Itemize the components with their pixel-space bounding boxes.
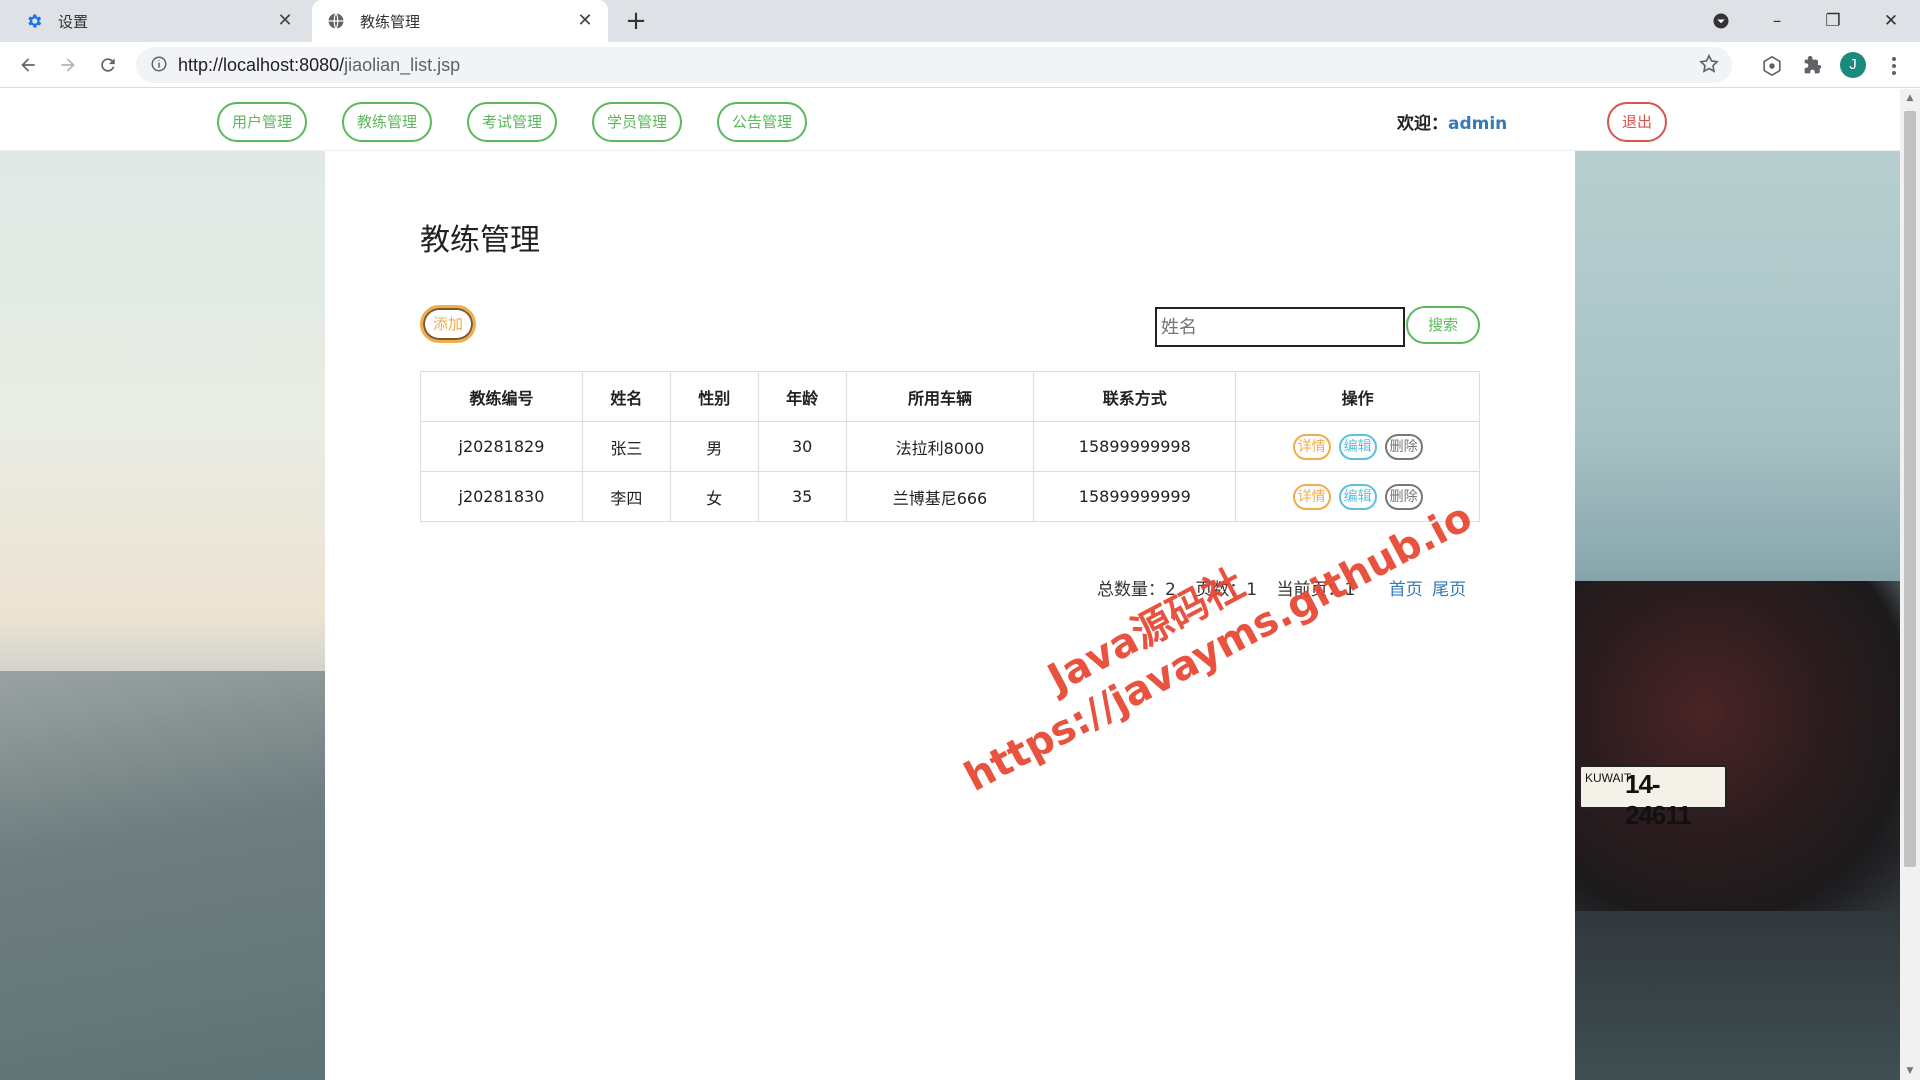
- header-gender: 性别: [669, 371, 759, 422]
- restore-icon[interactable]: ❐: [1820, 8, 1846, 34]
- main-content: 教练管理 添加 搜索 教练编号 姓名 性别 年龄 所用车辆 联系方式 操作: [325, 151, 1575, 1080]
- scroll-up-icon[interactable]: ▲: [1905, 93, 1915, 103]
- detail-button[interactable]: 详情: [1292, 433, 1331, 460]
- scroll-down-icon[interactable]: ▼: [1905, 1066, 1915, 1076]
- address-bar[interactable]: http://localhost:8080/jiaolian_list.jsp: [136, 47, 1732, 83]
- new-tab-button[interactable]: +: [622, 8, 650, 36]
- menu-kebab-icon[interactable]: [1882, 54, 1906, 78]
- welcome-label: 欢迎：: [1397, 114, 1448, 134]
- url-host: http://localhost:8080/: [178, 55, 345, 75]
- page-viewport: KUWAIT 14-24611 用户管理 教练管理 考试管理 学员管理 公告管理…: [0, 89, 1900, 1080]
- nav-user-management[interactable]: 用户管理: [217, 102, 307, 142]
- reload-icon[interactable]: [94, 51, 122, 79]
- gear-icon: [24, 11, 44, 31]
- cell-name: 李四: [581, 471, 671, 522]
- cell-contact: 15899999999: [1033, 471, 1237, 522]
- last-page-link[interactable]: 尾页: [1432, 580, 1466, 600]
- url-path: jiaolian_list.jsp: [344, 55, 461, 75]
- tab-strip: 设置 ✕ 教练管理 ✕ + – ❐ ✕: [0, 0, 1920, 42]
- minimize-icon[interactable]: –: [1764, 8, 1790, 34]
- header-coach-id: 教练编号: [420, 371, 583, 422]
- background-left-image: [0, 151, 325, 1080]
- edit-button[interactable]: 编辑: [1338, 433, 1377, 460]
- add-button[interactable]: 添加: [420, 305, 476, 343]
- cell-actions: 详情 编辑 删除: [1235, 421, 1480, 472]
- top-navigation: 用户管理 教练管理 考试管理 学员管理 公告管理 欢迎：admin 退出: [0, 89, 1900, 151]
- first-page-link[interactable]: 首页: [1389, 580, 1423, 600]
- tab-search-icon[interactable]: [1708, 8, 1734, 34]
- tab-settings[interactable]: 设置 ✕: [0, 0, 308, 42]
- tab-title: 设置: [58, 12, 89, 31]
- globe-icon: [326, 11, 346, 31]
- cell-gender: 女: [669, 471, 759, 522]
- header-actions: 操作: [1235, 371, 1480, 422]
- welcome-text: 欢迎：admin: [1397, 109, 1507, 134]
- profile-avatar[interactable]: J: [1840, 52, 1866, 78]
- forward-icon[interactable]: [54, 51, 82, 79]
- nav-exam-management[interactable]: 考试管理: [467, 102, 557, 142]
- cell-age: 30: [757, 421, 847, 472]
- cell-age: 35: [757, 471, 847, 522]
- nav-notice-management[interactable]: 公告管理: [717, 102, 807, 142]
- plate-number: 14-24611: [1625, 769, 1692, 830]
- window-close-icon[interactable]: ✕: [1878, 8, 1904, 34]
- search-name-input[interactable]: [1155, 307, 1405, 347]
- extensions-puzzle-icon[interactable]: [1800, 54, 1824, 78]
- header-vehicle: 所用车辆: [845, 371, 1035, 422]
- license-plate: KUWAIT 14-24611: [1579, 765, 1727, 830]
- bookmark-star-icon[interactable]: [1698, 53, 1722, 77]
- browser-toolbar: http://localhost:8080/jiaolian_list.jsp …: [0, 42, 1920, 88]
- cell-gender: 男: [669, 421, 759, 472]
- username: admin: [1448, 114, 1508, 134]
- cell-vehicle: 法拉利8000: [845, 421, 1035, 472]
- tab-title: 教练管理: [360, 12, 421, 31]
- road-image: [0, 671, 325, 1080]
- close-icon[interactable]: ✕: [276, 12, 294, 30]
- cell-coach-id: j20281829: [420, 421, 583, 472]
- page-title: 教练管理: [420, 223, 540, 258]
- table-header-row: 教练编号 姓名 性别 年龄 所用车辆 联系方式 操作: [420, 371, 1480, 422]
- cell-coach-id: j20281830: [420, 471, 583, 522]
- url-text: http://localhost:8080/jiaolian_list.jsp: [178, 55, 460, 76]
- nav-student-management[interactable]: 学员管理: [592, 102, 682, 142]
- header-contact: 联系方式: [1033, 371, 1237, 422]
- info-icon[interactable]: [150, 55, 170, 75]
- extension-hex-icon[interactable]: [1760, 54, 1784, 78]
- header-name: 姓名: [581, 371, 671, 422]
- car-image: [1575, 581, 1900, 911]
- scrollbar-thumb[interactable]: [1904, 111, 1916, 867]
- nav-coach-management[interactable]: 教练管理: [342, 102, 432, 142]
- back-icon[interactable]: [14, 51, 42, 79]
- cell-contact: 15899999998: [1033, 421, 1237, 472]
- logout-button[interactable]: 退出: [1607, 102, 1667, 142]
- page-scrollbar[interactable]: ▲ ▼: [1900, 89, 1920, 1080]
- close-icon[interactable]: ✕: [576, 12, 594, 30]
- tab-active[interactable]: 教练管理 ✕: [312, 0, 608, 42]
- coach-table: 教练编号 姓名 性别 年龄 所用车辆 联系方式 操作 j20281829 张三 …: [420, 371, 1480, 522]
- cell-vehicle: 兰博基尼666: [845, 471, 1035, 522]
- search-button[interactable]: 搜索: [1406, 306, 1480, 344]
- header-age: 年龄: [757, 371, 847, 422]
- cell-name: 张三: [581, 421, 671, 472]
- background-right-image: KUWAIT 14-24611: [1575, 151, 1900, 1080]
- table-row: j20281829 张三 男 30 法拉利8000 15899999998 详情…: [420, 421, 1480, 472]
